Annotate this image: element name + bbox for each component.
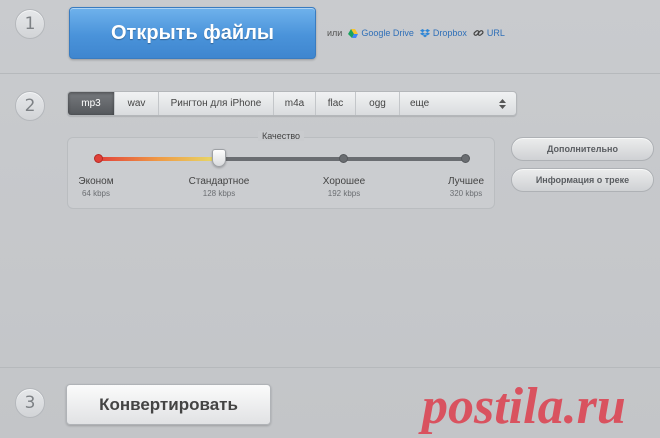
step-number-3: 3: [15, 388, 45, 418]
quality-level-economy: Эконом 64 kbps: [51, 176, 141, 198]
level-name: Эконом: [78, 176, 114, 187]
format-tab-ogg[interactable]: ogg: [356, 92, 400, 115]
quality-level-best: Лучшее 320 kbps: [421, 176, 511, 198]
quality-stop-good[interactable]: [339, 154, 348, 163]
quality-stop-best[interactable]: [461, 154, 470, 163]
postila-watermark: postila.ru: [422, 378, 626, 435]
level-name: Лучшее: [447, 176, 485, 187]
more-label: еще: [410, 98, 430, 109]
format-tab-m4a[interactable]: m4a: [274, 92, 316, 115]
quality-title: Качество: [68, 131, 494, 141]
level-rate: 128 kbps: [202, 189, 236, 198]
format-tab-wav[interactable]: wav: [115, 92, 159, 115]
step-number-2: 2: [15, 91, 45, 121]
format-tab-iphone-ringtone[interactable]: Рингтон для iPhone: [159, 92, 274, 115]
quality-slider-handle[interactable]: [212, 149, 226, 167]
up-down-arrows-icon: [499, 98, 506, 109]
level-name: Хорошее: [322, 176, 366, 187]
advanced-button[interactable]: Дополнительно: [511, 137, 654, 161]
quality-title-text: Качество: [257, 131, 305, 141]
divider: [0, 367, 660, 368]
format-selector: mp3 wav Рингтон для iPhone m4a flac ogg …: [67, 91, 517, 116]
source-links: или Google Drive Dropbox URL: [327, 28, 505, 38]
dropbox-label: Dropbox: [432, 28, 467, 38]
link-icon: [473, 30, 484, 36]
url-label: URL: [486, 28, 505, 38]
format-more-dropdown[interactable]: еще: [400, 92, 516, 115]
convert-button[interactable]: Конвертировать: [66, 384, 271, 425]
track-info-button[interactable]: Информация о треке: [511, 168, 654, 192]
format-tab-mp3[interactable]: mp3: [68, 92, 115, 115]
step-number-1: 1: [15, 9, 45, 39]
url-link[interactable]: URL: [473, 28, 505, 38]
google-drive-label: Google Drive: [361, 28, 414, 38]
quality-level-good: Хорошее 192 kbps: [299, 176, 389, 198]
quality-level-standard: Стандартное 128 kbps: [174, 176, 264, 198]
google-drive-link[interactable]: Google Drive: [348, 28, 414, 38]
open-files-button[interactable]: Открыть файлы: [69, 7, 316, 59]
dropbox-link[interactable]: Dropbox: [419, 28, 467, 38]
divider: [0, 73, 660, 74]
or-label: или: [327, 28, 343, 38]
level-rate: 192 kbps: [327, 189, 361, 198]
google-drive-icon: [348, 28, 359, 38]
format-tab-flac[interactable]: flac: [316, 92, 356, 115]
level-rate: 64 kbps: [81, 189, 111, 198]
level-name: Стандартное: [188, 176, 250, 187]
quality-panel: Качество Эконом 64 kbps Стандартное 128 …: [67, 131, 495, 209]
quality-stop-economy[interactable]: [94, 154, 103, 163]
dropbox-icon: [419, 28, 430, 37]
quality-track-fill: [99, 157, 219, 161]
level-rate: 320 kbps: [449, 189, 483, 198]
